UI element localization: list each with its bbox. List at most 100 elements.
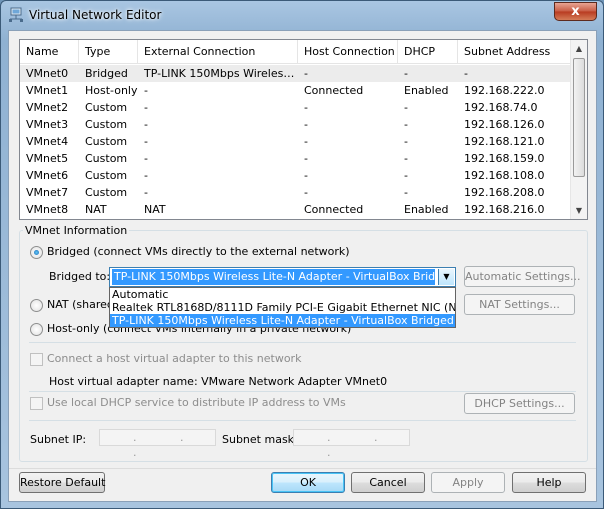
subnet-ip-field[interactable]: . . .: [99, 429, 216, 459]
network-icon: [8, 7, 24, 23]
cell-host: -: [304, 67, 308, 80]
column-header-type[interactable]: Type: [79, 40, 138, 64]
cell-host: -: [304, 135, 308, 148]
title-bar[interactable]: Virtual Network Editor x: [1, 1, 603, 29]
cell-subnet: 192.168.74.0: [464, 101, 538, 114]
automatic-settings-button[interactable]: Automatic Settings...: [464, 266, 581, 287]
nat-radio-label[interactable]: NAT (shared: [47, 298, 114, 311]
cell-name: VMnet2: [26, 101, 69, 114]
cell-host: -: [304, 186, 308, 199]
cell-subnet: -: [464, 67, 468, 80]
table-row[interactable]: VMnet5 Custom - - - 192.168.159.0: [20, 150, 571, 167]
cell-name: VMnet7: [26, 186, 69, 199]
dhcp-settings-button[interactable]: DHCP Settings...: [464, 393, 575, 414]
column-header-external-connection[interactable]: External Connection: [138, 40, 298, 64]
cell-subnet: 192.168.108.0: [464, 169, 545, 182]
adapter-name-text: Host virtual adapter name: VMware Networ…: [49, 375, 388, 388]
table-row[interactable]: VMnet6 Custom - - - 192.168.108.0: [20, 167, 571, 184]
column-header-subnet-address[interactable]: Subnet Address: [458, 40, 571, 64]
cell-external: -: [144, 84, 148, 97]
dropdown-option-tplink[interactable]: TP-LINK 150Mbps Wireless Lite-N Adapter …: [110, 314, 455, 327]
scroll-thumb[interactable]: [573, 58, 585, 177]
dialog-client-area: Name Type External Connection Host Conne…: [8, 30, 597, 502]
cell-dhcp: -: [404, 118, 408, 131]
cell-host: Connected: [304, 203, 364, 216]
cell-subnet: 192.168.126.0: [464, 118, 545, 131]
cell-name: VMnet1: [26, 84, 69, 97]
list-header: Name Type External Connection Host Conne…: [20, 40, 571, 64]
dropdown-option-realtek[interactable]: Realtek RTL8168D/8111D Family PCI-E Giga…: [110, 301, 455, 314]
cell-name: VMnet5: [26, 152, 69, 165]
cell-dhcp: -: [404, 152, 408, 165]
vmnet-list[interactable]: Name Type External Connection Host Conne…: [19, 39, 588, 220]
scroll-down-icon[interactable]: ▼: [571, 202, 587, 219]
help-button[interactable]: Help: [512, 472, 586, 493]
nat-settings-button[interactable]: NAT Settings...: [464, 294, 575, 315]
subnet-mask-field[interactable]: . . .: [293, 429, 410, 459]
chevron-down-icon[interactable]: ▼: [438, 269, 454, 285]
ok-button[interactable]: OK: [271, 472, 345, 493]
cell-subnet: 192.168.159.0: [464, 152, 545, 165]
bridged-to-label: Bridged to:: [49, 270, 111, 283]
cell-type: Custom: [85, 152, 128, 165]
vmnet-information-group: [19, 230, 588, 462]
bridged-radio[interactable]: [30, 246, 43, 259]
cell-subnet: 192.168.208.0: [464, 186, 545, 199]
restore-default-button[interactable]: Restore Default: [19, 472, 105, 493]
subnet-mask-dots: . . .: [327, 431, 398, 459]
cell-subnet: 192.168.121.0: [464, 135, 545, 148]
cell-host: -: [304, 101, 308, 114]
cell-subnet: 192.168.216.0: [464, 203, 545, 216]
connect-adapter-checkbox[interactable]: [30, 353, 43, 366]
bottom-separator: [9, 468, 596, 469]
column-header-dhcp[interactable]: DHCP: [398, 40, 458, 64]
table-row[interactable]: VMnet3 Custom - - - 192.168.126.0: [20, 116, 571, 133]
column-header-name[interactable]: Name: [20, 40, 79, 64]
list-scrollbar[interactable]: ▲ ▼: [570, 40, 587, 219]
table-row[interactable]: VMnet0 Bridged TP-LINK 150Mbps Wireless L.…: [20, 65, 571, 82]
scroll-up-icon[interactable]: ▲: [571, 40, 587, 57]
table-row[interactable]: VMnet8 NAT NAT Connected Enabled 192.168.216.…: [20, 201, 571, 218]
apply-button[interactable]: Apply: [431, 472, 505, 493]
window-title: Virtual Network Editor: [29, 8, 162, 22]
cell-dhcp: -: [404, 186, 408, 199]
cell-host: Connected: [304, 84, 364, 97]
connect-adapter-label[interactable]: Connect a host virtual adapter to this n…: [47, 352, 301, 365]
column-header-host-connection[interactable]: Host Connection: [298, 40, 398, 64]
table-row[interactable]: VMnet4 Custom - - - 192.168.121.0: [20, 133, 571, 150]
close-button[interactable]: x: [554, 2, 597, 21]
cell-external: -: [144, 186, 148, 199]
bridged-to-dropdown-list[interactable]: Automatic Realtek RTL8168D/8111D Family …: [109, 287, 456, 328]
dhcp-checkbox[interactable]: [30, 397, 43, 410]
nat-radio[interactable]: [30, 299, 43, 312]
separator: [29, 420, 576, 421]
cell-host: -: [304, 152, 308, 165]
bridged-to-select[interactable]: TP-LINK 150Mbps Wireless Lite-N Adapter …: [109, 267, 456, 287]
cell-name: VMnet3: [26, 118, 69, 131]
cell-name: VMnet0: [26, 67, 69, 80]
table-row[interactable]: VMnet7 Custom - - - 192.168.208.0: [20, 184, 571, 201]
cell-name: VMnet6: [26, 169, 69, 182]
cell-name: VMnet8: [26, 203, 69, 216]
close-icon: x: [571, 4, 580, 19]
cell-host: -: [304, 118, 308, 131]
cell-external: -: [144, 152, 148, 165]
cell-type: Custom: [85, 135, 128, 148]
cell-dhcp: Enabled: [404, 84, 449, 97]
dhcp-label[interactable]: Use local DHCP service to distribute IP …: [47, 396, 346, 409]
separator: [29, 342, 576, 343]
group-label: VMnet Information: [23, 224, 130, 237]
cell-name: VMnet4: [26, 135, 69, 148]
cancel-button[interactable]: Cancel: [351, 472, 425, 493]
cell-dhcp: -: [404, 169, 408, 182]
cell-external: -: [144, 118, 148, 131]
table-row[interactable]: VMnet2 Custom - - - 192.168.74.0: [20, 99, 571, 116]
cell-host: -: [304, 169, 308, 182]
table-row[interactable]: VMnet1 Host-only - Connected Enabled 192.168.…: [20, 82, 571, 99]
cell-type: Bridged: [85, 67, 128, 80]
cell-type: Custom: [85, 169, 128, 182]
dropdown-option-automatic[interactable]: Automatic: [110, 288, 455, 301]
bridged-radio-label[interactable]: Bridged (connect VMs directly to the ext…: [47, 245, 350, 258]
host-only-radio[interactable]: [30, 323, 43, 336]
cell-external: -: [144, 169, 148, 182]
